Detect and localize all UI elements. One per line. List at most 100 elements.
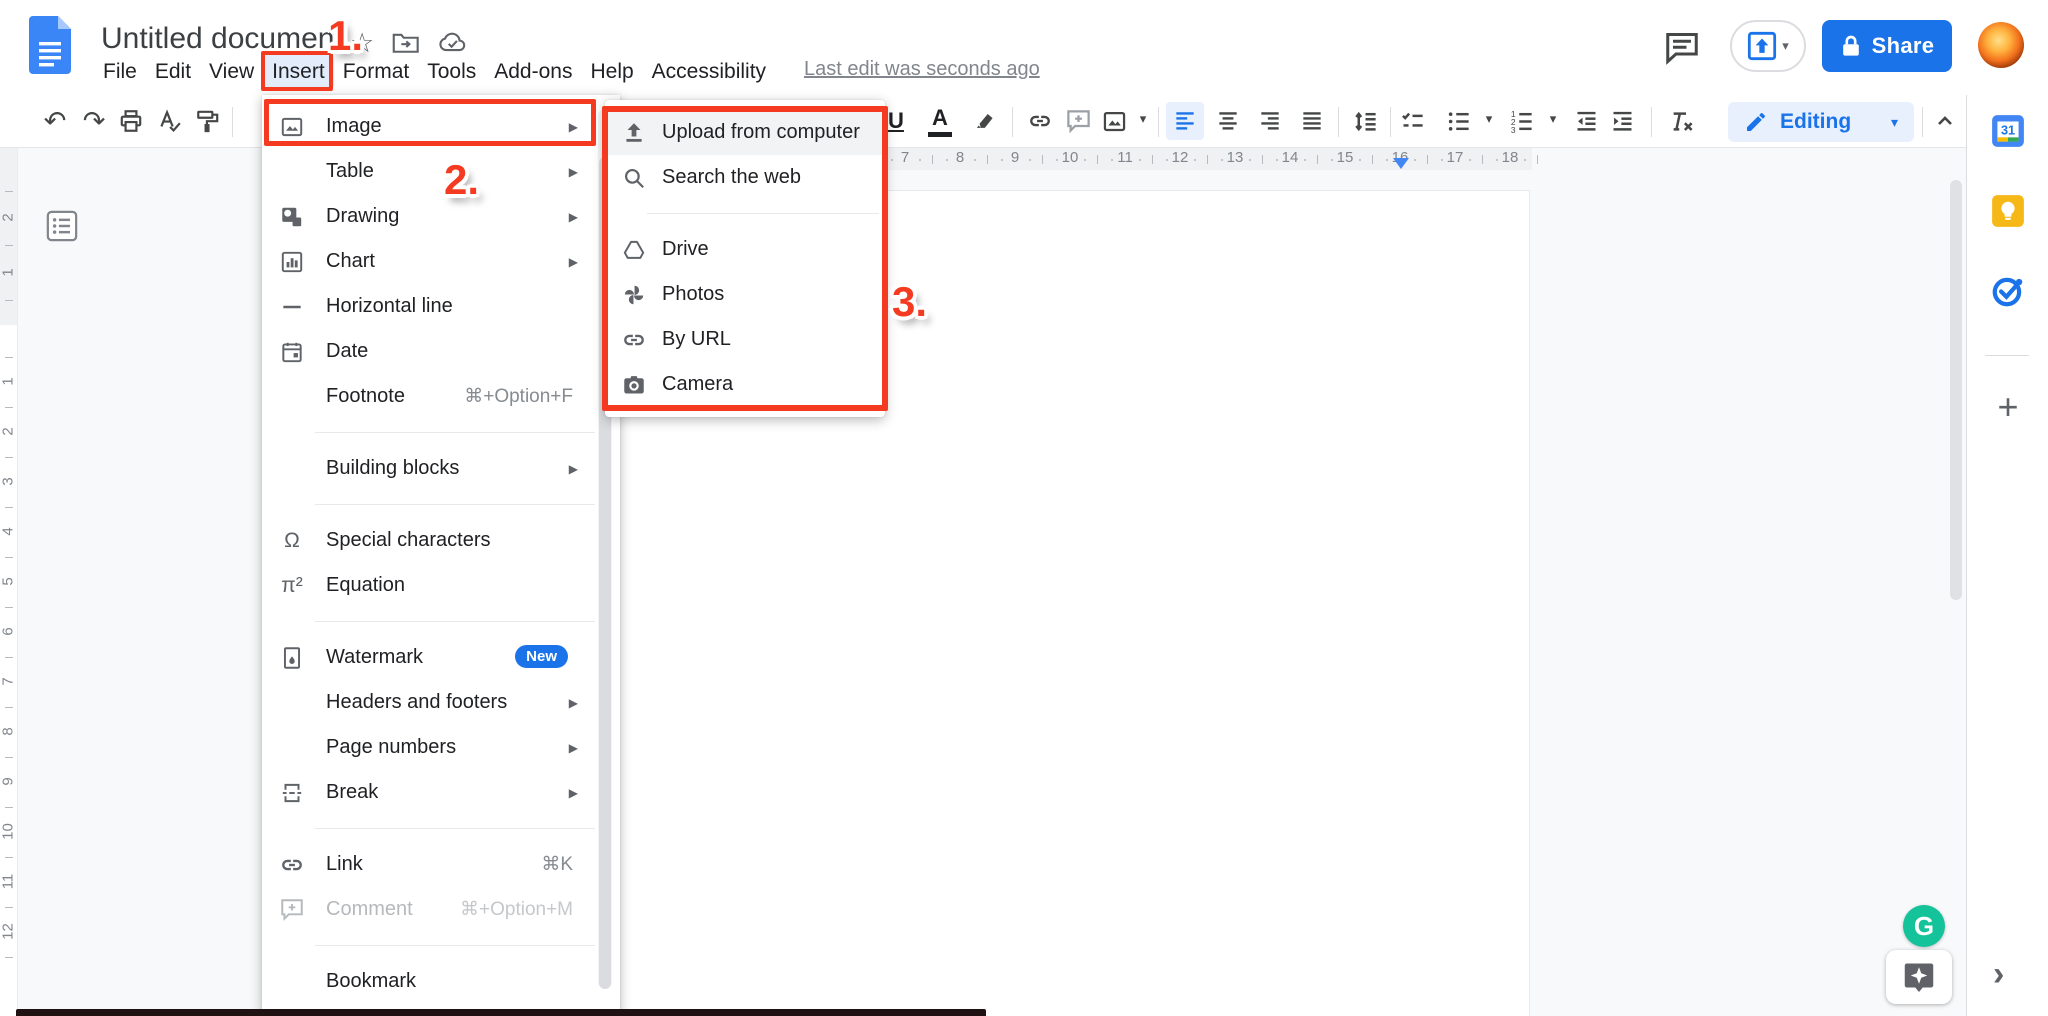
collapse-toolbar-button[interactable] — [1926, 102, 1964, 140]
present-button[interactable]: ▾ — [1730, 20, 1806, 72]
google-docs-logo[interactable] — [29, 16, 71, 74]
ruler-tick — [1207, 155, 1208, 164]
menubar-item-format[interactable]: Format — [334, 55, 419, 89]
increase-indent-button[interactable] — [1603, 102, 1641, 140]
last-edit-link[interactable]: Last edit was seconds ago — [804, 58, 1040, 81]
insert-menu-item-table[interactable]: Table ▶ — [262, 149, 620, 194]
get-addons-button[interactable]: + — [1990, 386, 2026, 427]
google-keep-button[interactable] — [1990, 193, 2026, 229]
insert-menu-item-page-numbers[interactable]: Page numbers ▶ — [262, 725, 620, 770]
insert-menu-item-bookmark[interactable]: Bookmark — [262, 959, 620, 1004]
ruler-tick — [1482, 155, 1483, 164]
submenu-arrow-icon: ▶ — [568, 785, 578, 800]
insert-image-button[interactable] — [1095, 102, 1133, 140]
explore-button[interactable] — [1886, 950, 1952, 1004]
align-left-button[interactable] — [1166, 102, 1204, 140]
insert-menu-item-image[interactable]: Image ▶ — [262, 104, 620, 149]
insert-menu-item-date[interactable]: Date — [262, 329, 620, 374]
decrease-indent-button[interactable] — [1567, 102, 1605, 140]
right-indent-marker[interactable] — [1393, 158, 1409, 169]
numbered-list-icon: 1 2 3 — [1510, 109, 1532, 134]
menubar-item-addons[interactable]: Add-ons — [485, 55, 581, 89]
insert-link-button[interactable] — [1021, 102, 1059, 140]
spellcheck-icon — [160, 109, 181, 133]
insert-menu-item-break[interactable]: Break ▶ — [262, 770, 620, 815]
vertical-ruler[interactable]: 2 1 1 2 3 4 5 6 7 8 9 10 11 12 — [0, 148, 18, 1016]
align-center-button[interactable] — [1209, 102, 1247, 140]
menubar-item-help[interactable]: Help — [581, 55, 642, 89]
submenu-item-upload-from-computer[interactable]: Upload from computer — [605, 110, 885, 155]
checklist-button[interactable] — [1393, 102, 1431, 140]
comment-history-button[interactable] — [1660, 26, 1704, 70]
search-icon — [619, 165, 649, 191]
clear-formatting-button[interactable] — [1662, 102, 1700, 140]
ruler-number: 4 — [0, 527, 17, 536]
line-spacing-button[interactable] — [1346, 102, 1384, 140]
print-button[interactable] — [112, 102, 150, 140]
align-right-button[interactable] — [1251, 102, 1289, 140]
menubar-item-file[interactable]: File — [94, 55, 146, 89]
annotation-step-2: 2. — [444, 156, 480, 203]
insert-menu-item-headers-footers[interactable]: Headers and footers ▶ — [262, 680, 620, 725]
add-comment-icon — [1066, 109, 1090, 133]
menubar-item-insert[interactable]: Insert — [263, 55, 334, 89]
camera-icon — [619, 372, 649, 398]
insert-menu-item-chart[interactable]: Chart ▶ — [262, 239, 620, 284]
insert-menu-item-drawing[interactable]: Drawing ▶ — [262, 194, 620, 239]
cloud-saved-icon[interactable] — [438, 30, 468, 54]
user-avatar[interactable] — [1978, 22, 2024, 68]
insert-menu-item-building-blocks[interactable]: Building blocks ▶ — [262, 446, 620, 491]
undo-button[interactable]: ↶ — [36, 102, 74, 140]
link-icon — [619, 326, 649, 354]
ruler-tick — [946, 159, 948, 161]
insert-menu-item-special-characters[interactable]: Ω Special characters — [262, 518, 620, 563]
document-title[interactable]: Untitled document — [101, 22, 343, 56]
paint-format-button[interactable] — [189, 102, 227, 140]
submenu-item-camera[interactable]: Camera — [605, 362, 885, 407]
submenu-item-photos[interactable]: Photos — [605, 272, 885, 317]
grammarly-button[interactable]: G — [1903, 905, 1945, 947]
numbered-list-button[interactable]: 1 2 3 — [1502, 102, 1540, 140]
present-caret-icon: ▾ — [1782, 38, 1789, 53]
insert-menu-item-watermark[interactable]: Watermark New — [262, 635, 620, 680]
bulleted-list-caret-icon[interactable]: ▾ — [1486, 111, 1493, 127]
insert-menu-item-horizontal-line[interactable]: Horizontal line — [262, 284, 620, 329]
menubar-item-tools[interactable]: Tools — [418, 55, 485, 89]
submenu-item-search-the-web[interactable]: Search the web — [605, 155, 885, 200]
numbered-list-caret-icon[interactable]: ▾ — [1550, 111, 1557, 127]
ruler-number: 7 — [900, 149, 910, 166]
menubar-item-accessibility[interactable]: Accessibility — [643, 55, 775, 89]
insert-image-caret-icon[interactable]: ▾ — [1140, 111, 1147, 127]
text-color-button[interactable]: A — [921, 102, 959, 140]
justify-icon — [1303, 112, 1321, 130]
google-tasks-button[interactable] — [1990, 273, 2026, 309]
ruler-tick — [1084, 159, 1086, 161]
redo-button[interactable]: ↷ — [75, 102, 113, 140]
share-button[interactable]: Share — [1822, 20, 1952, 72]
editing-mode-button[interactable]: Editing ▾ — [1728, 102, 1914, 142]
highlight-color-button[interactable] — [966, 102, 1004, 140]
submenu-arrow-icon: ▶ — [568, 461, 578, 476]
ruler-tick — [5, 245, 13, 246]
hide-side-panel-button[interactable]: › — [1993, 955, 2004, 994]
document-scrollbar[interactable] — [1950, 180, 1962, 600]
insert-menu-item-equation[interactable]: π² Equation — [262, 563, 620, 608]
add-comment-button[interactable] — [1059, 102, 1097, 140]
annotation-step-1: 1. — [328, 12, 364, 59]
insert-menu-item-footnote[interactable]: Footnote ⌘+Option+F — [262, 374, 620, 419]
ruler-tick — [1524, 159, 1526, 161]
clear-formatting-icon — [1673, 111, 1693, 131]
bulleted-list-button[interactable] — [1439, 102, 1477, 140]
justify-button[interactable] — [1293, 102, 1331, 140]
submenu-item-drive[interactable]: Drive — [605, 227, 885, 272]
ruler-tick — [1372, 155, 1373, 164]
google-calendar-button[interactable]: 31 — [1990, 113, 2026, 149]
insert-menu-item-link[interactable]: Link ⌘K — [262, 842, 620, 887]
ruler-number: 9 — [0, 777, 17, 786]
ruler-number: 3 — [0, 477, 17, 486]
spellcheck-button[interactable] — [150, 102, 188, 140]
menubar-item-view[interactable]: View — [200, 55, 263, 89]
menubar-item-edit[interactable]: Edit — [146, 55, 200, 89]
show-outline-button[interactable] — [46, 210, 78, 242]
submenu-item-by-url[interactable]: By URL — [605, 317, 885, 362]
